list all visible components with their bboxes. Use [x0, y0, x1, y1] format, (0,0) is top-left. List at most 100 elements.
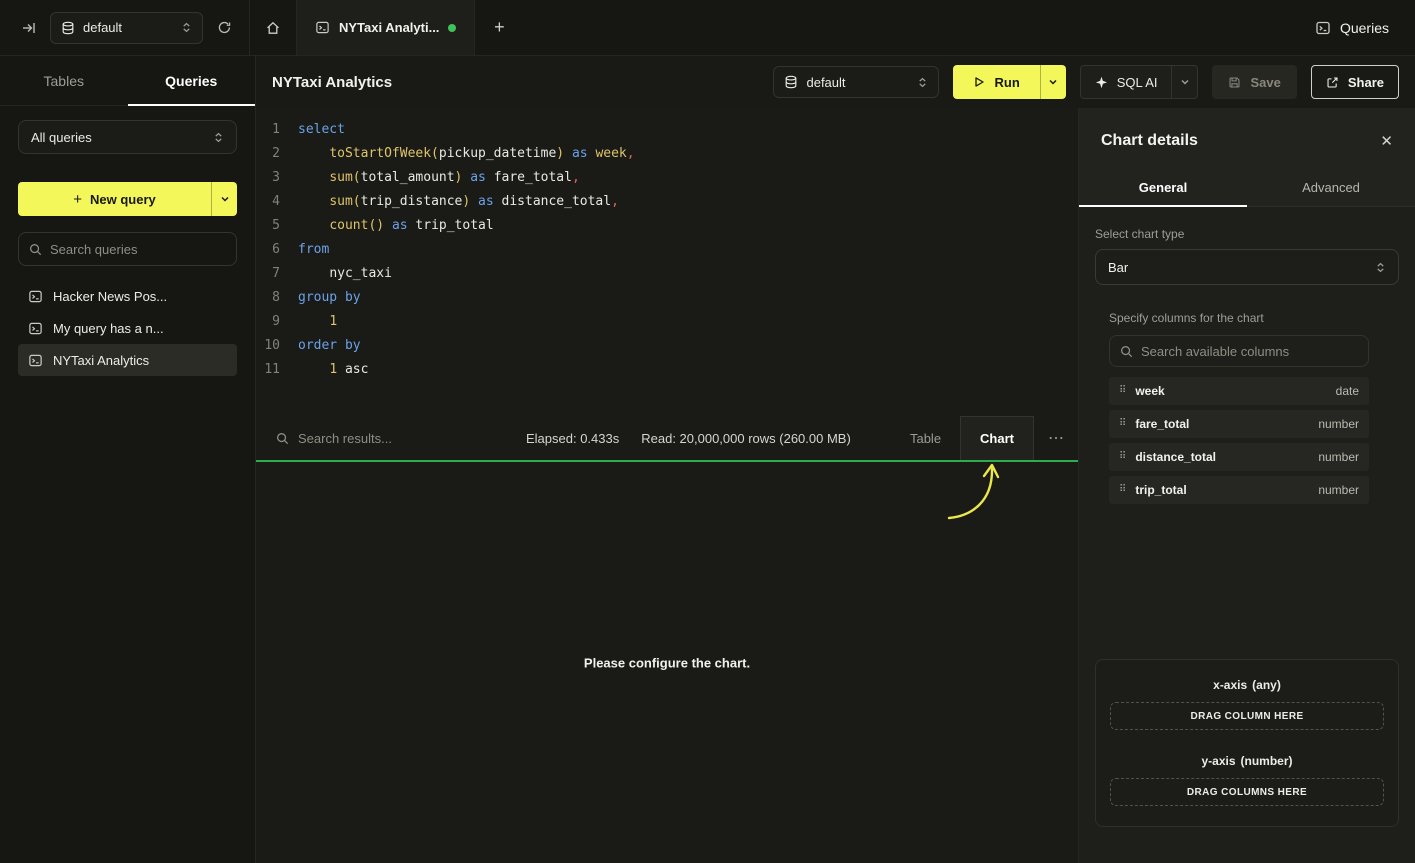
results-area: Please configure the chart.: [256, 462, 1078, 863]
queries-menu-button[interactable]: Queries: [1315, 0, 1415, 55]
code-line: from: [298, 238, 1078, 262]
home-icon: [265, 20, 281, 36]
sidebar-tab-queries[interactable]: Queries: [128, 56, 256, 105]
chevron-down-icon: [1180, 77, 1190, 87]
query-list-item[interactable]: My query has a n...: [18, 312, 237, 344]
queries-menu-label: Queries: [1340, 20, 1389, 36]
line-number: 8: [256, 286, 280, 310]
share-icon: [1326, 76, 1339, 89]
tab-chart[interactable]: Chart: [960, 416, 1034, 460]
y-axis-name: y-axis: [1201, 754, 1235, 768]
chart-type-select[interactable]: Bar: [1095, 249, 1399, 285]
editor-code: select toStartOfWeek(pickup_datetime) as…: [292, 118, 1078, 416]
collapse-sidebar-icon[interactable]: [16, 15, 42, 41]
page-title: NYTaxi Analytics: [272, 74, 392, 91]
chart-type-value: Bar: [1108, 260, 1128, 275]
y-axis-label: y-axis (number): [1110, 754, 1384, 768]
chart-type-label: Select chart type: [1095, 227, 1399, 241]
code-line: group by: [298, 286, 1078, 310]
body-row: Tables Queries All queries + New query: [0, 56, 1415, 863]
new-query-button[interactable]: + New query: [18, 182, 211, 216]
query-search: [18, 232, 237, 266]
tab-strip: NYTaxi Analyti... +: [250, 0, 523, 55]
query-item-label: NYTaxi Analytics: [53, 353, 149, 368]
share-button[interactable]: Share: [1311, 65, 1399, 99]
column-row[interactable]: ⠿weekdate: [1109, 377, 1369, 405]
run-split-button: Run: [953, 65, 1065, 99]
run-button[interactable]: Run: [953, 65, 1039, 99]
query-filter-select[interactable]: All queries: [18, 120, 237, 154]
database-selector-value: default: [83, 20, 122, 35]
run-options-button[interactable]: [1040, 65, 1066, 99]
editor-results-column: 1234567891011 select toStartOfWeek(picku…: [256, 108, 1078, 863]
y-axis-constraint: (number): [1241, 754, 1293, 768]
column-row[interactable]: ⠿fare_totalnumber: [1109, 410, 1369, 438]
new-query-dropdown-button[interactable]: [211, 182, 237, 216]
chart-panel-title: Chart details: [1101, 132, 1198, 150]
topbar-left: default: [0, 0, 250, 55]
results-search-input[interactable]: [298, 431, 504, 446]
column-row[interactable]: ⠿trip_totalnumber: [1109, 476, 1369, 504]
column-name: fare_total: [1135, 417, 1189, 431]
code-line: nyc_taxi: [298, 262, 1078, 286]
refresh-icon[interactable]: [211, 15, 237, 41]
tab-general[interactable]: General: [1079, 168, 1247, 206]
line-number: 6: [256, 238, 280, 262]
ellipsis-icon: ⋯: [1048, 428, 1064, 448]
tab-advanced[interactable]: Advanced: [1247, 168, 1415, 206]
code-line: toStartOfWeek(pickup_datetime) as week,: [298, 142, 1078, 166]
chevron-up-down-icon: [1375, 262, 1386, 273]
query-tab-active[interactable]: NYTaxi Analyti...: [296, 0, 475, 55]
query-list-item[interactable]: Hacker News Pos...: [18, 280, 237, 312]
y-axis-dropzone[interactable]: DRAG COLUMNS HERE: [1110, 778, 1384, 806]
close-icon[interactable]: ✕: [1380, 132, 1393, 150]
code-line: 1: [298, 310, 1078, 334]
columns-search-input[interactable]: [1141, 344, 1358, 359]
tab-table[interactable]: Table: [891, 416, 960, 460]
chevron-down-icon: [1048, 77, 1058, 87]
line-number: 10: [256, 334, 280, 358]
chart-details-panel: Chart details ✕ General Advanced Select …: [1078, 108, 1415, 863]
elapsed-stat: Elapsed: 0.433s: [526, 416, 619, 460]
query-icon: [28, 321, 43, 336]
tab-title: NYTaxi Analyti...: [339, 20, 439, 35]
sql-ai-dropdown-button[interactable]: [1171, 66, 1197, 98]
query-search-input[interactable]: [50, 242, 226, 257]
new-tab-button[interactable]: +: [475, 0, 523, 55]
line-number: 3: [256, 166, 280, 190]
document-header: NYTaxi Analytics default: [256, 56, 1415, 108]
run-database-selector[interactable]: default: [773, 66, 939, 98]
drag-handle-icon: ⠿: [1119, 386, 1126, 396]
sql-ai-label: SQL AI: [1117, 75, 1158, 90]
play-icon: [973, 76, 985, 88]
home-tab[interactable]: [250, 0, 296, 55]
chart-panel-top: Chart details ✕ General Advanced: [1079, 108, 1415, 207]
x-axis-dropzone[interactable]: DRAG COLUMN HERE: [1110, 702, 1384, 730]
line-number: 5: [256, 214, 280, 238]
new-query-split-button: + New query: [18, 182, 237, 216]
column-name: trip_total: [1135, 483, 1186, 497]
chevron-up-down-icon: [213, 132, 224, 143]
results-more-options[interactable]: ⋯: [1034, 416, 1078, 460]
line-number: 2: [256, 142, 280, 166]
query-icon: [28, 289, 43, 304]
drag-handle-icon: ⠿: [1119, 485, 1126, 495]
run-database-value: default: [806, 75, 845, 90]
column-row[interactable]: ⠿distance_totalnumber: [1109, 443, 1369, 471]
column-type: number: [1318, 450, 1359, 464]
sql-ai-button[interactable]: SQL AI: [1081, 66, 1172, 98]
save-button[interactable]: Save: [1212, 65, 1296, 99]
database-selector[interactable]: default: [50, 12, 203, 44]
sql-editor[interactable]: 1234567891011 select toStartOfWeek(picku…: [256, 108, 1078, 416]
sidebar-tab-tables[interactable]: Tables: [0, 56, 128, 105]
chart-panel-header: Chart details ✕: [1079, 108, 1415, 168]
results-toolbar: Elapsed: 0.433s Read: 20,000,000 rows (2…: [256, 416, 1078, 462]
column-name: week: [1135, 384, 1164, 398]
line-number: 4: [256, 190, 280, 214]
chevron-up-down-icon: [181, 22, 192, 33]
query-list-item[interactable]: NYTaxi Analytics: [18, 344, 237, 376]
code-line: count() as trip_total: [298, 214, 1078, 238]
queries-icon: [1315, 20, 1331, 36]
new-query-label: New query: [90, 192, 156, 207]
results-search: [276, 416, 504, 460]
